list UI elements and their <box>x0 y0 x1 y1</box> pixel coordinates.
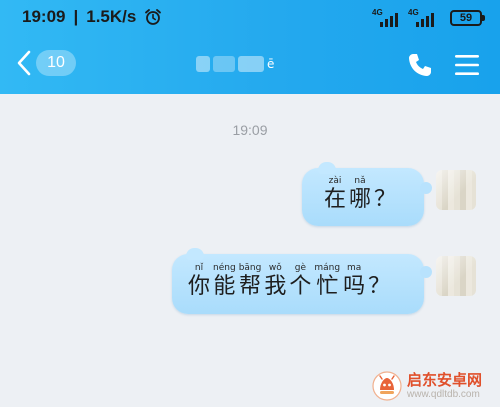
battery-icon: 59 <box>450 10 485 26</box>
pinyin: nǐ <box>194 263 204 273</box>
battery-level: 59 <box>459 12 473 24</box>
alarm-clock-icon <box>145 9 162 25</box>
chevron-left-icon <box>17 50 31 76</box>
network-speed: 1.5K/s <box>86 7 137 26</box>
contact-name[interactable]: ē <box>196 54 282 74</box>
status-left: 19:09 | 1.5K/s <box>22 6 162 28</box>
hanzi: 帮 <box>239 274 262 299</box>
pinyin: zài <box>328 176 342 186</box>
hanzi: 吗 <box>343 274 366 299</box>
watermark-text: 启东安卓网 www.qdltdb.com <box>407 370 483 401</box>
ruby-char: zài 在 <box>324 176 346 213</box>
signal-icon: 4G <box>372 9 402 27</box>
pinyin: néng <box>213 263 236 273</box>
chat-header: 10 ē <box>0 34 500 94</box>
pinyin: nǎ <box>354 176 366 186</box>
pinyin: wǒ <box>268 263 282 273</box>
pinyin: bāng <box>238 263 262 273</box>
hanzi: 你 <box>188 274 211 299</box>
status-bar: 19:09 | 1.5K/s 4G 4G 59 <box>0 0 500 34</box>
avatar[interactable] <box>436 170 476 210</box>
ruby-char: máng 忙 <box>314 263 340 300</box>
pinyin: gè <box>294 263 306 273</box>
blurred-name <box>238 56 264 72</box>
signal-icon: 4G <box>408 9 438 27</box>
ruby-char: ma 吗 <box>343 263 365 300</box>
hanzi: ？ <box>368 274 391 299</box>
ruby-char: nǎ 哪 <box>349 176 371 213</box>
message-timestamp: 19:09 <box>232 122 268 138</box>
avatar[interactable] <box>436 256 476 296</box>
watermark-name: 启东安卓网 <box>407 370 483 389</box>
contact-name-tail: ē <box>267 57 275 71</box>
pinyin: ma <box>346 263 362 273</box>
message-text: zài 在 nǎ 哪 ？ <box>324 176 396 213</box>
hanzi: 在 <box>324 187 347 212</box>
blurred-name <box>196 56 210 72</box>
watermark-logo-icon <box>372 371 402 401</box>
hanzi: ？ <box>374 187 397 212</box>
pinyin: máng <box>314 263 341 273</box>
message-text: nǐ 你 néng 能 bāng 帮 wǒ 我 gè 个 máng 忙 ma 吗… <box>188 263 390 300</box>
menu-icon[interactable] <box>454 53 480 77</box>
hanzi: 能 <box>213 274 236 299</box>
blurred-name <box>213 56 235 72</box>
watermark: 启东安卓网 www.qdltdb.com <box>372 368 496 404</box>
hanzi: 我 <box>264 274 287 299</box>
status-time: 19:09 <box>22 7 66 26</box>
ruby-char: bāng 帮 <box>239 263 262 300</box>
phone-icon[interactable] <box>406 51 434 79</box>
hanzi: 哪 <box>349 187 372 212</box>
ruby-char: gè 个 <box>289 263 311 300</box>
status-separator: | <box>73 7 79 26</box>
ruby-char: ？ <box>368 263 390 300</box>
hanzi: 忙 <box>316 274 339 299</box>
ruby-char: nǐ 你 <box>188 263 210 300</box>
ruby-char: ？ <box>374 176 396 213</box>
ruby-char: wǒ 我 <box>264 263 286 300</box>
status-right: 4G 4G 59 <box>372 8 485 28</box>
ruby-char: néng 能 <box>213 263 236 300</box>
hanzi: 个 <box>289 274 312 299</box>
unread-count-badge: 10 <box>36 50 76 76</box>
back-button[interactable]: 10 <box>16 48 76 78</box>
watermark-url: www.qdltdb.com <box>407 388 480 400</box>
